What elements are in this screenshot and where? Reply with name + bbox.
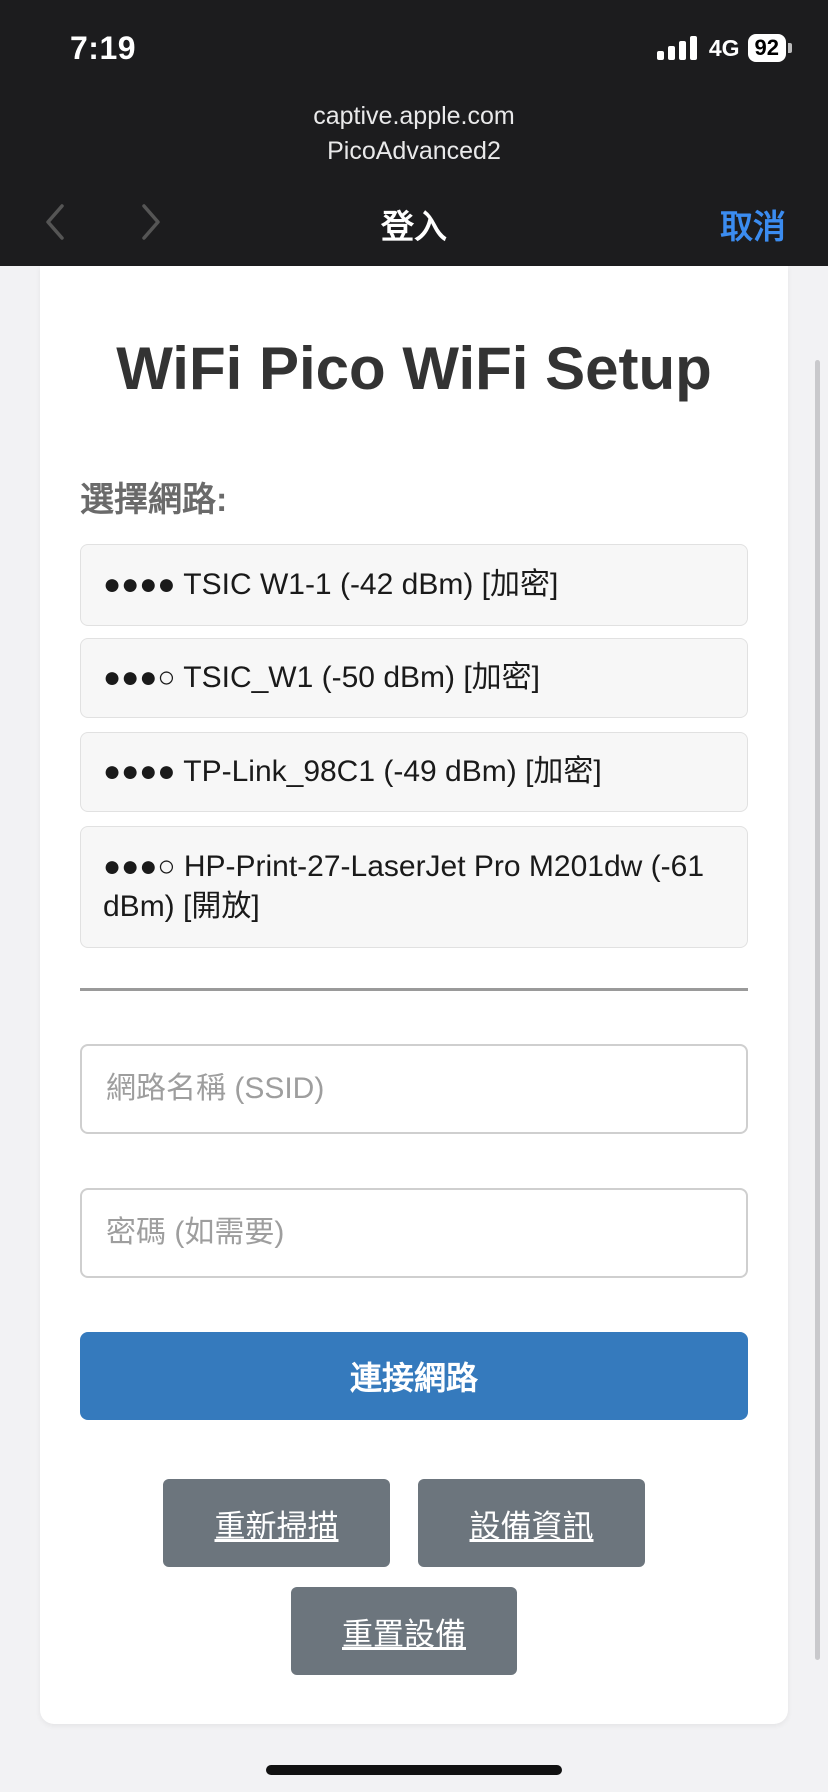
network-item-label: ●●●○ TSIC_W1 (-50 dBm) [加密] [103, 661, 540, 694]
signal-icon [656, 36, 697, 60]
battery-icon: 92 [747, 34, 792, 62]
divider [80, 988, 748, 991]
ssid-input[interactable] [80, 1044, 748, 1134]
network-item[interactable]: ●●●● TP-Link_98C1 (-49 dBm) [加密] [80, 732, 748, 812]
cancel-button[interactable]: 取消 [720, 200, 786, 248]
reset-device-button[interactable]: 重置設備 [291, 1587, 517, 1675]
page-title: WiFi Pico WiFi Setup [116, 335, 712, 402]
setup-card: WiFi Pico WiFi Setup 選擇網路: ●●●● TSIC W1-… [40, 266, 788, 1724]
network-type: 4G [708, 34, 740, 61]
browser-header: 7:19 4G 92 captive.apple.com PicoAdvance… [0, 0, 828, 266]
password-input[interactable] [80, 1188, 748, 1278]
rescan-button[interactable]: 重新掃描 [163, 1479, 390, 1567]
network-item[interactable]: ●●●○ HP-Print-27-LaserJet Pro M201dw (-6… [80, 826, 748, 948]
network-item-label: ●●●● TSIC W1-1 (-42 dBm) [加密] [103, 568, 559, 601]
sheet-title: 登入 [381, 208, 447, 245]
battery-level: 92 [747, 34, 786, 62]
network-item[interactable]: ●●●● TSIC W1-1 (-42 dBm) [加密] [80, 544, 748, 626]
connect-button[interactable]: 連接網路 [80, 1332, 748, 1420]
select-network-label: 選擇網路: [80, 481, 228, 519]
network-name: PicoAdvanced2 [327, 137, 501, 165]
status-time: 7:19 [70, 30, 137, 66]
status-indicators: 4G 92 [656, 34, 792, 62]
captive-domain: captive.apple.com [313, 102, 515, 130]
scrollbar[interactable] [815, 360, 820, 1660]
network-item-label: ●●●● TP-Link_98C1 (-49 dBm) [加密] [103, 755, 602, 788]
device-info-button[interactable]: 設備資訊 [418, 1479, 645, 1567]
network-item-label: ●●●○ HP-Print-27-LaserJet Pro M201dw (-6… [103, 850, 705, 923]
network-item[interactable]: ●●●○ TSIC_W1 (-50 dBm) [加密] [80, 638, 748, 718]
home-indicator[interactable] [266, 1765, 562, 1775]
